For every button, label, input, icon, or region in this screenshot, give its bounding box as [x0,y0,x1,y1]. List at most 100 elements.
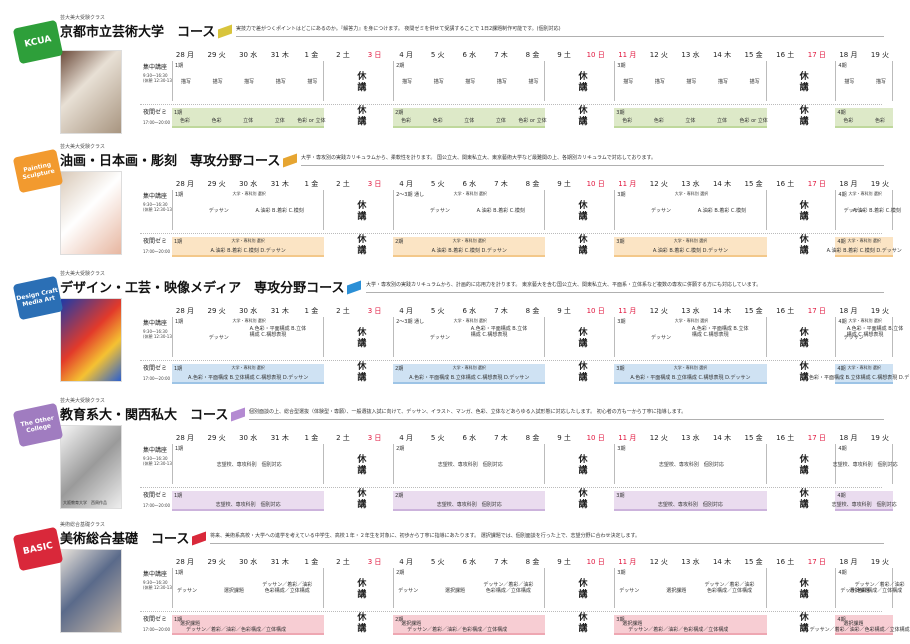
evening-time: 17:00〜20:00 [143,627,171,632]
closed-label: 休講 [578,106,588,127]
course-section: Design Craft Media Art 芸大美大受験クラス デザイン・工芸・映… [0,270,910,390]
row-separator [140,487,882,488]
date-label: 30 水 [239,434,258,442]
date-label: 2 土 [336,51,350,59]
evening-block: 4期 志望校、専攻科別 個別対応 [832,491,897,511]
class-cell: 色彩 [874,118,885,124]
date-label: 19 火 [870,180,890,188]
intensive-block: 4期 大学・専科別 選択 デッサン A.油彩 B.着彩 C.模刻 [835,190,901,230]
date-label: 13 水 [681,558,700,566]
date-label: 18 月 [839,558,858,566]
course-note: 大学・専科別 選択 [231,238,265,243]
date-label: 1 金 [304,180,319,188]
date-label: 4 月 [399,51,413,59]
date-label: 10 日 [586,307,605,315]
date-label: 14 木 [712,307,732,315]
course-section: Painting Sculpture 芸大美大受験クラス 油画・日本画・彫刻 専攻分… [0,143,910,263]
date-label: 8 金 [525,180,540,188]
date-label: 8 金 [525,51,540,59]
date-label: 28 月 [175,180,195,188]
period-label: 2〜3期 通し [396,319,425,325]
date-label: 16 土 [776,51,795,59]
class-cell: A.色彩・平面構成 B.立体構成 C.構想表現 D.デッサン [630,375,751,381]
date-label: 18 月 [839,180,858,188]
date-label: 3 日 [367,51,382,59]
date-label: 11 月 [618,51,637,59]
evening-time: 17:00〜20:00 [143,503,171,508]
class-cell: 立体 [495,118,506,124]
class-cell: 色彩 or 立体 [518,118,547,124]
class-cell: A.油彩 B.着彩 C.模刻 D.デッサン [826,248,902,254]
date-label: 29 火 [207,434,226,442]
course-note: 大学・専科別 選択 [232,318,266,323]
closed-label: 休講 [357,579,367,600]
class-cell: 描写 [623,79,634,85]
date-label: 18 月 [839,51,858,59]
period-label: 2期 [395,239,404,245]
closed-label: 休講 [578,362,588,383]
date-label: 17 日 [807,558,826,566]
period-label: 3期 [617,319,626,325]
closed-label: 休講 [578,489,588,510]
class-cell: 色彩 [843,118,854,124]
date-label: 6 水 [462,307,477,315]
intensive-block: 3期 デッサン 選択課題 デッサン／着彩／油彩 色彩構成／立体構成 [614,568,767,608]
date-label: 12 火 [649,180,668,188]
date-label: 7 木 [494,51,508,59]
date-label: 12 火 [649,51,668,59]
date-label: 10 日 [586,434,605,442]
class-cell: 色彩 [401,118,412,124]
class-cell: 描写 [654,79,665,85]
class-cell: デッサン／着彩／油彩 色彩構成／立体構成 [262,582,313,594]
course-note: 大学・専科別 選択 [847,365,881,370]
class-cell: デッサン [429,335,450,341]
date-label: 4 月 [399,307,413,315]
evening-time: 17:00〜20:00 [143,376,171,381]
course-title-text: デザイン・工芸・映像メディア 専攻分野コース [60,281,345,296]
course-description: 個別面談の上、総合型選抜（体験型・専願）、一般選抜入試に向けて、デッサン、イラス… [249,409,687,415]
date-label: 19 火 [870,558,890,566]
period-label: 3期 [617,570,626,576]
period-label: 3期 [616,493,625,499]
date-label: 28 月 [175,434,195,442]
date-label: 15 金 [744,434,763,442]
date-label: 6 水 [462,558,477,566]
date-label: 2 土 [336,434,350,442]
closed-label: 休講 [799,235,809,256]
date-label: 19 火 [870,307,890,315]
period-label: 2期 [395,366,404,372]
class-cell: 描写 [212,79,223,85]
date-label: 29 火 [207,51,226,59]
date-label: 16 土 [776,434,795,442]
evening-block: 4期 選択課題 デッサン／着彩／油彩／色彩構成／立体構成 [810,615,910,635]
closed-label: 休講 [578,235,588,256]
course-title-text: 京都市立芸術大学 コース [60,25,216,40]
period-label: 3期 [617,192,626,198]
date-label: 10 日 [586,180,605,188]
class-cell: 描写 [749,79,760,85]
date-row: 28 月 29 火 30 水 31 木 1 金 2 土 3 日 4 月 5 火 6 水 7 木 8 金… [0,433,910,442]
intensive-label: 集中講座 [143,64,168,71]
class-cell: 描写 [844,79,855,85]
class-cell: 描写 [307,79,318,85]
date-label: 10 日 [586,558,605,566]
date-label: 19 火 [870,51,890,59]
date-label: 14 木 [712,180,732,188]
course-description: 実技力で差がつくポイントはどこにあるのか。『解答力』を身につけます。 夜間ゼミを… [236,26,561,32]
class-cell: A.色彩・平面構成 B.立体構成 C.構想表現 [470,326,528,338]
intensive-block: 2期 デッサン 選択課題 デッサン／着彩／油彩 色彩構成／立体構成 [393,568,546,608]
date-label: 5 火 [430,434,445,442]
period-label: 4期 [838,192,847,198]
class-cell: 描写 [433,79,444,85]
date-label: 14 木 [712,558,732,566]
period-label: 2期 [396,63,405,69]
date-label: 31 木 [270,558,289,566]
date-label: 13 水 [681,51,700,59]
header-rule [301,165,884,166]
period-label: 1期 [175,446,184,452]
period-label: 1期 [175,192,184,198]
date-label: 2 土 [336,558,350,566]
evening-block: 4期大学・専科別 選択 A.色彩・平面構成 B.立体構成 C.構想表現 D.デッサ… [804,364,910,384]
evening-block: 4期 大学・専科別 選択 A.油彩 B.着彩 C.模刻 D.デッサン [827,237,902,257]
class-cell: 立体 [717,118,728,124]
